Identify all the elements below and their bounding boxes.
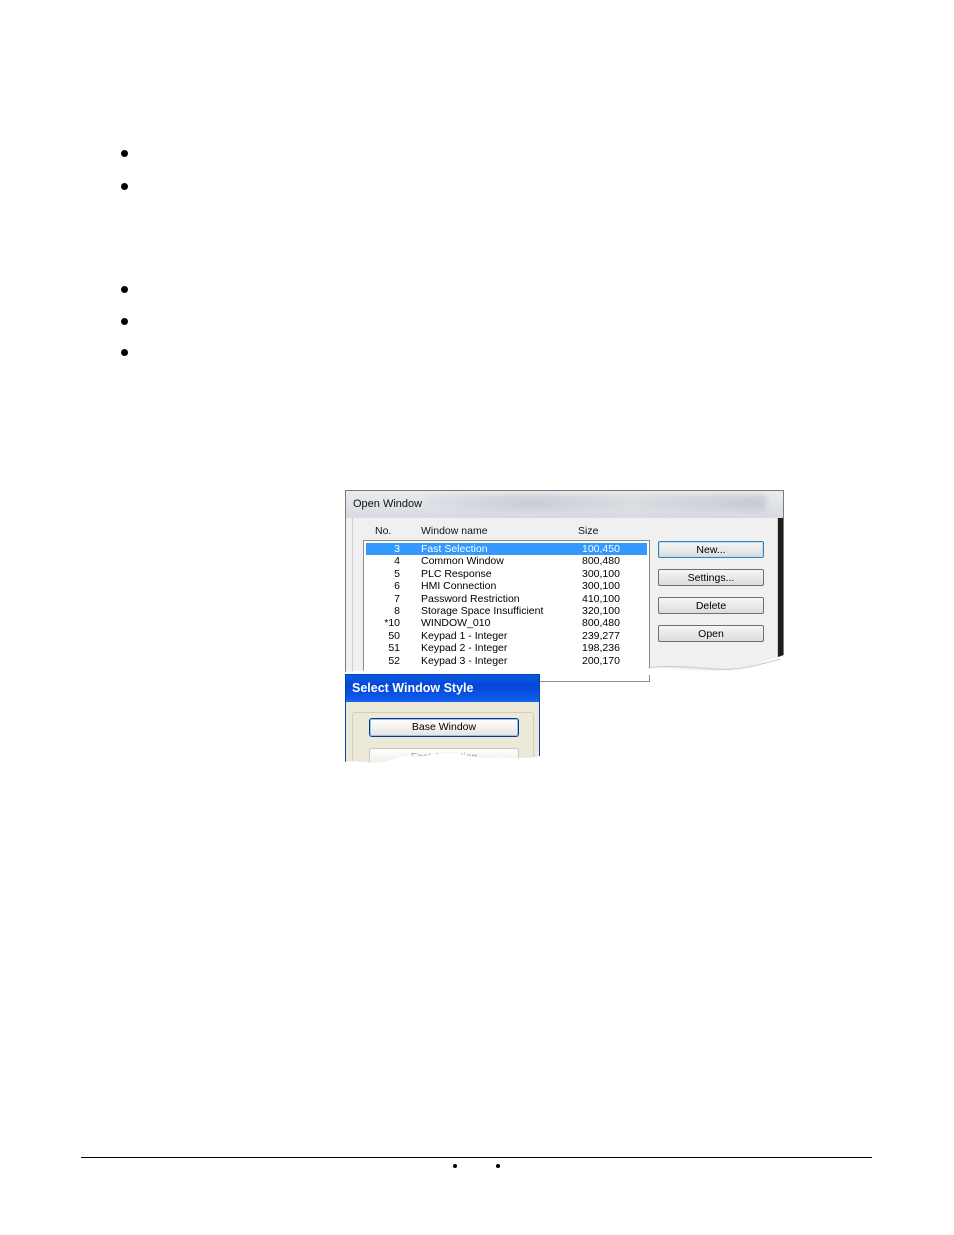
row-name: Keypad 2 - Integer bbox=[421, 642, 508, 655]
list-bullet bbox=[121, 183, 128, 190]
select-window-style-title: Select Window Style bbox=[346, 675, 539, 702]
window-list-row[interactable]: 8 Storage Space Insufficient 320,100 bbox=[366, 605, 647, 617]
row-name: Storage Space Insufficient bbox=[421, 605, 544, 617]
list-bullet bbox=[121, 150, 128, 157]
row-no: 51 bbox=[388, 642, 400, 655]
window-list-row[interactable]: 6 HMI Connection 300,100 bbox=[366, 580, 647, 592]
list-bullet bbox=[121, 318, 128, 325]
row-size: 198,236 bbox=[582, 642, 620, 655]
row-size: 300,100 bbox=[582, 580, 620, 593]
window-list-row[interactable]: 5 PLC Response 300,100 bbox=[366, 568, 647, 580]
torn-edge bbox=[344, 752, 540, 768]
footer-rule bbox=[81, 1157, 872, 1158]
row-no: *10 bbox=[384, 617, 400, 630]
row-no: 8 bbox=[394, 605, 400, 617]
window-list-row[interactable]: 4 Common Window 800,480 bbox=[366, 555, 647, 567]
row-name: Fast Selection bbox=[421, 543, 488, 555]
row-size: 300,100 bbox=[582, 567, 620, 580]
row-size: 800,480 bbox=[582, 617, 620, 630]
footer-separator-dot bbox=[496, 1164, 500, 1168]
open-button[interactable]: Open bbox=[658, 625, 764, 642]
column-header-no[interactable]: No. bbox=[375, 525, 391, 537]
list-bullet bbox=[121, 349, 128, 356]
row-size: 100,450 bbox=[582, 543, 620, 555]
delete-button[interactable]: Delete bbox=[658, 597, 764, 614]
row-no: 7 bbox=[394, 592, 400, 605]
column-header-window-name[interactable]: Window name bbox=[421, 525, 488, 537]
row-name: PLC Response bbox=[421, 567, 492, 580]
row-size: 800,480 bbox=[582, 555, 620, 568]
torn-edge bbox=[344, 655, 784, 675]
row-name: Keypad 1 - Integer bbox=[421, 629, 508, 642]
row-no: 6 bbox=[394, 580, 400, 593]
row-name: Common Window bbox=[421, 555, 504, 568]
row-no: 4 bbox=[394, 555, 400, 568]
new-button[interactable]: New... bbox=[658, 541, 764, 558]
column-header-size[interactable]: Size bbox=[578, 525, 598, 537]
open-window-title: Open Window bbox=[353, 498, 423, 510]
settings-button[interactable]: Settings... bbox=[658, 569, 764, 586]
row-size: 320,100 bbox=[582, 605, 620, 617]
window-edge bbox=[778, 518, 783, 673]
row-size: 239,277 bbox=[582, 629, 620, 642]
window-list-row[interactable]: 7 Password Restriction 410,100 bbox=[366, 593, 647, 605]
row-no: 50 bbox=[388, 629, 400, 642]
window-list-row[interactable]: *10 WINDOW_010 800,480 bbox=[366, 617, 647, 629]
row-name: WINDOW_010 bbox=[421, 617, 491, 630]
window-list-row[interactable]: 3 Fast Selection 100,450 bbox=[366, 543, 647, 556]
window-list-row[interactable]: 51 Keypad 2 - Integer 198,236 bbox=[366, 642, 647, 654]
row-no: 3 bbox=[394, 543, 400, 555]
open-window-titlebar: Open Window bbox=[346, 491, 783, 518]
window-list-row[interactable]: 50 Keypad 1 - Integer 239,277 bbox=[366, 630, 647, 642]
row-name: HMI Connection bbox=[421, 580, 497, 593]
list-bullet bbox=[121, 286, 128, 293]
row-size: 410,100 bbox=[582, 592, 620, 605]
row-no: 5 bbox=[394, 567, 400, 580]
footer-separator-dot bbox=[453, 1164, 457, 1168]
row-name: Password Restriction bbox=[421, 592, 520, 605]
base-window-button[interactable]: Base Window bbox=[369, 718, 519, 737]
